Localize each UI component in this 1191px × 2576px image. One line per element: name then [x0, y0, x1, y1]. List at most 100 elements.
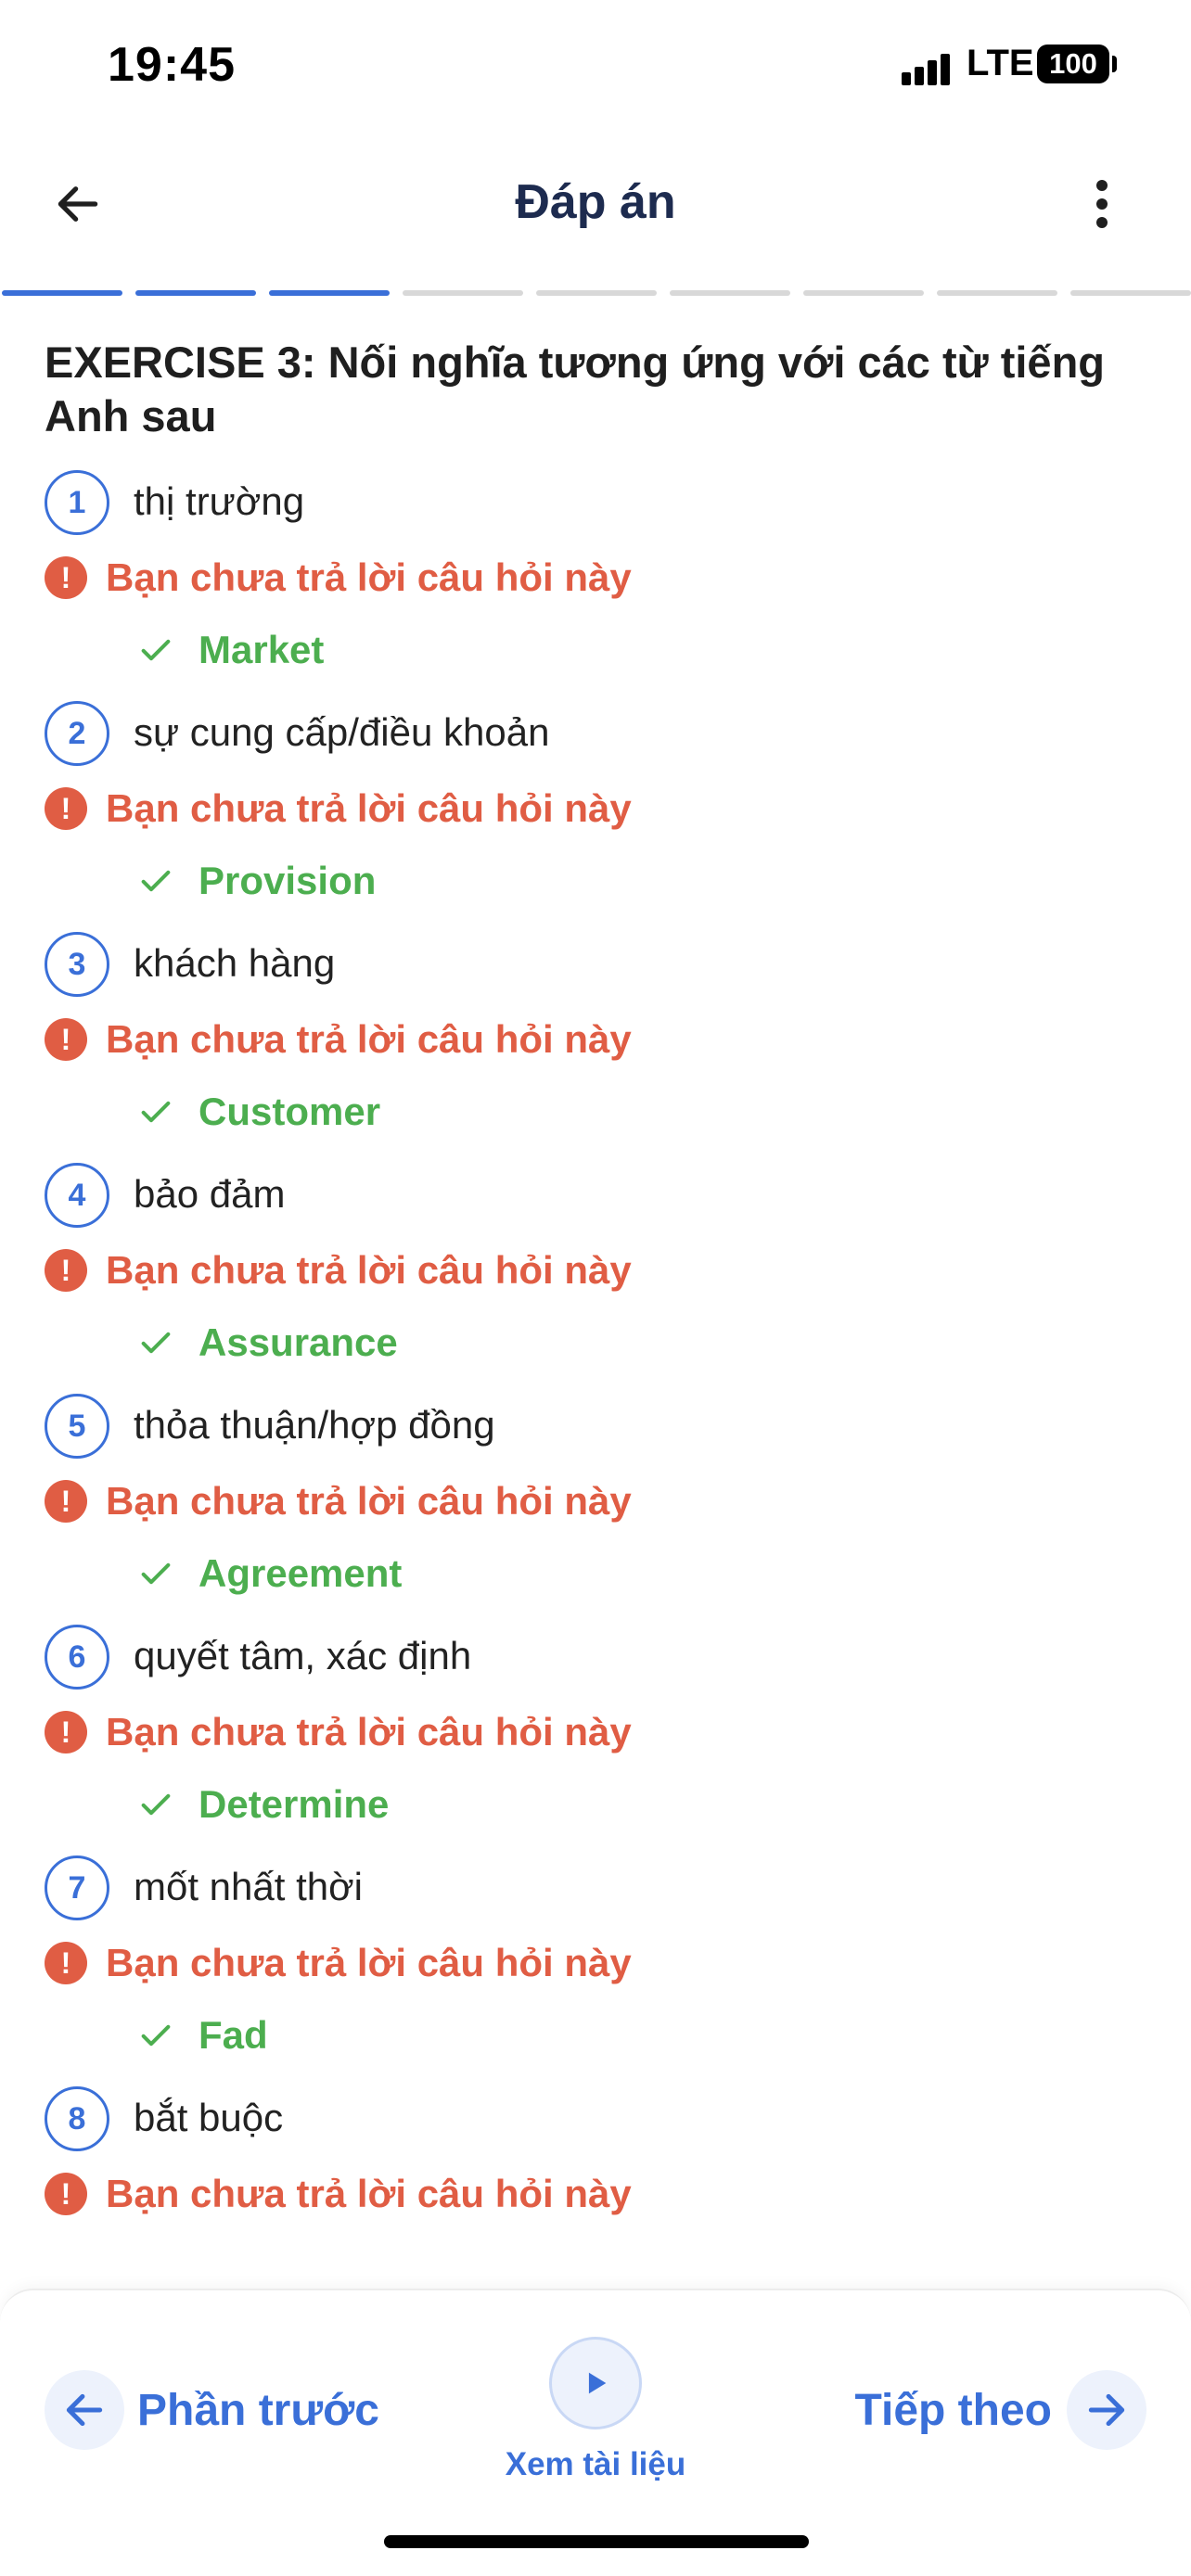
page-title: Đáp án — [515, 175, 676, 229]
correct-answer: Assurance — [137, 1317, 398, 1369]
correct-answer: Determine — [137, 1779, 389, 1830]
app-header: Đáp án — [0, 139, 1191, 278]
correct-answer: Agreement — [137, 1548, 402, 1600]
unanswered-warning: ! Bạn chưa trả lời câu hỏi này — [45, 783, 632, 835]
alert-circle-icon: ! — [45, 2173, 87, 2215]
progress-segment — [269, 290, 390, 296]
previous-section-button[interactable]: Phần trước — [45, 2370, 379, 2450]
correct-answer: Fad — [137, 2009, 268, 2061]
question-text: mốt nhất thời — [134, 1865, 363, 1908]
question-number-badge: 6 — [45, 1625, 109, 1690]
correct-answer: Market — [137, 624, 324, 676]
status-bar: 19:45 LTE 100 — [0, 0, 1191, 130]
signal-strength-icon — [902, 52, 957, 85]
question-text: khách hàng — [134, 941, 336, 985]
progress-segment — [135, 290, 256, 296]
warning-text: Bạn chưa trả lời câu hỏi này — [106, 1710, 632, 1753]
answer-text: Agreement — [198, 1551, 403, 1595]
warning-text: Bạn chưa trả lời câu hỏi này — [106, 1248, 632, 1292]
question-text: bảo đảm — [134, 1172, 286, 1216]
progress-segment — [803, 290, 924, 296]
answer-text: Customer — [198, 1090, 381, 1133]
unanswered-warning: ! Bạn chưa trả lời câu hỏi này — [45, 2168, 632, 2220]
alert-circle-icon: ! — [45, 787, 87, 830]
question-item: 1 thị trường! Bạn chưa trả lời câu hỏi này… — [45, 470, 1148, 701]
warning-text: Bạn chưa trả lời câu hỏi này — [106, 1941, 632, 1984]
progress-segment — [2, 290, 122, 296]
question-text: bắt buộc — [134, 2096, 284, 2139]
unanswered-warning: ! Bạn chưa trả lời câu hỏi này — [45, 1937, 632, 1989]
question-text: quyết tâm, xác định — [134, 1634, 472, 1677]
arrow-right-circle-icon — [1067, 2370, 1146, 2450]
question-item: 3 khách hàng! Bạn chưa trả lời câu hỏi này… — [45, 932, 1148, 1163]
question-number-badge: 8 — [45, 2086, 109, 2151]
alert-circle-icon: ! — [45, 556, 87, 599]
progress-segment — [536, 290, 657, 296]
question-text: thỏa thuận/hợp đồng — [134, 1403, 495, 1447]
check-icon — [137, 861, 178, 901]
progress-segment — [403, 290, 523, 296]
question-number-badge: 2 — [45, 701, 109, 766]
question-number-badge: 4 — [45, 1163, 109, 1228]
correct-answer: Provision — [137, 855, 376, 907]
correct-answer: Customer — [137, 1086, 380, 1138]
unanswered-warning: ! Bạn chưa trả lời câu hỏi này — [45, 1014, 632, 1065]
status-time: 19:45 — [108, 38, 236, 92]
check-icon — [137, 1553, 178, 1594]
question-item: 4 bảo đảm! Bạn chưa trả lời câu hỏi này Ass… — [45, 1163, 1148, 1394]
exercise-content: EXERCISE 3: Nối nghĩa tương ứng với các … — [45, 336, 1148, 2215]
screen: 19:45 LTE 100 Đáp án EXERCISE 3: Nối ngh… — [0, 0, 1191, 2576]
answer-text: Determine — [198, 1782, 390, 1826]
question-item: 7 mốt nhất thời! Bạn chưa trả lời câu hỏi … — [45, 1855, 1148, 2086]
warning-text: Bạn chưa trả lời câu hỏi này — [106, 555, 632, 599]
home-indicator[interactable] — [384, 2535, 809, 2548]
progress-segment — [1070, 290, 1191, 296]
battery-icon: 100 — [1037, 45, 1109, 83]
answer-text: Assurance — [198, 1320, 398, 1364]
check-icon — [137, 630, 178, 670]
play-icon — [549, 2337, 642, 2429]
question-item: 8 bắt buộc! Bạn chưa trả lời câu hỏi này — [45, 2086, 1148, 2317]
previous-section-label: Phần trước — [137, 2385, 379, 2435]
unanswered-warning: ! Bạn chưa trả lời câu hỏi này — [45, 552, 632, 604]
alert-circle-icon: ! — [45, 1942, 87, 1984]
answer-text: Fad — [198, 2013, 268, 2057]
view-document-label: Xem tài liệu — [505, 2446, 686, 2482]
arrow-left-circle-icon — [45, 2370, 124, 2450]
alert-circle-icon: ! — [45, 1480, 87, 1523]
unanswered-warning: ! Bạn chưa trả lời câu hỏi này — [45, 1706, 632, 1758]
question-number-badge: 1 — [45, 470, 109, 535]
section-progress — [0, 290, 1191, 298]
battery-tip — [1112, 56, 1117, 72]
warning-text: Bạn chưa trả lời câu hỏi này — [106, 786, 632, 830]
warning-text: Bạn chưa trả lời câu hỏi này — [106, 2172, 632, 2215]
alert-circle-icon: ! — [45, 1018, 87, 1061]
answer-text: Market — [198, 628, 325, 671]
question-item: 2 sự cung cấp/điều khoản! Bạn chưa trả lời… — [45, 701, 1148, 932]
question-text: thị trường — [134, 479, 305, 523]
unanswered-warning: ! Bạn chưa trả lời câu hỏi này — [45, 1244, 632, 1296]
question-text: sự cung cấp/điều khoản — [134, 710, 550, 754]
next-section-label: Tiếp theo — [854, 2385, 1052, 2435]
bottom-nav-bar: Phần trước Xem tài liệu Tiếp theo — [0, 2289, 1191, 2576]
next-section-button[interactable]: Tiếp theo — [855, 2370, 1146, 2450]
network-type: LTE — [967, 43, 1034, 83]
alert-circle-icon: ! — [45, 1249, 87, 1292]
unanswered-warning: ! Bạn chưa trả lời câu hỏi này — [45, 1475, 632, 1527]
question-item: 5 thỏa thuận/hợp đồng! Bạn chưa trả lời câ… — [45, 1394, 1148, 1625]
warning-text: Bạn chưa trả lời câu hỏi này — [106, 1017, 632, 1061]
alert-circle-icon: ! — [45, 1711, 87, 1753]
check-icon — [137, 1322, 178, 1363]
question-number-badge: 3 — [45, 932, 109, 997]
more-vertical-icon — [1096, 180, 1108, 228]
question-number-badge: 5 — [45, 1394, 109, 1459]
progress-segment — [937, 290, 1057, 296]
warning-text: Bạn chưa trả lời câu hỏi này — [106, 1479, 632, 1523]
more-options-button[interactable] — [1065, 167, 1139, 241]
exercise-title: EXERCISE 3: Nối nghĩa tương ứng với các … — [45, 338, 1105, 440]
view-document-button[interactable]: Xem tài liệu — [503, 2337, 688, 2504]
progress-segment — [670, 290, 790, 296]
check-icon — [137, 1784, 178, 1825]
check-icon — [137, 1091, 178, 1132]
check-icon — [137, 2015, 178, 2056]
